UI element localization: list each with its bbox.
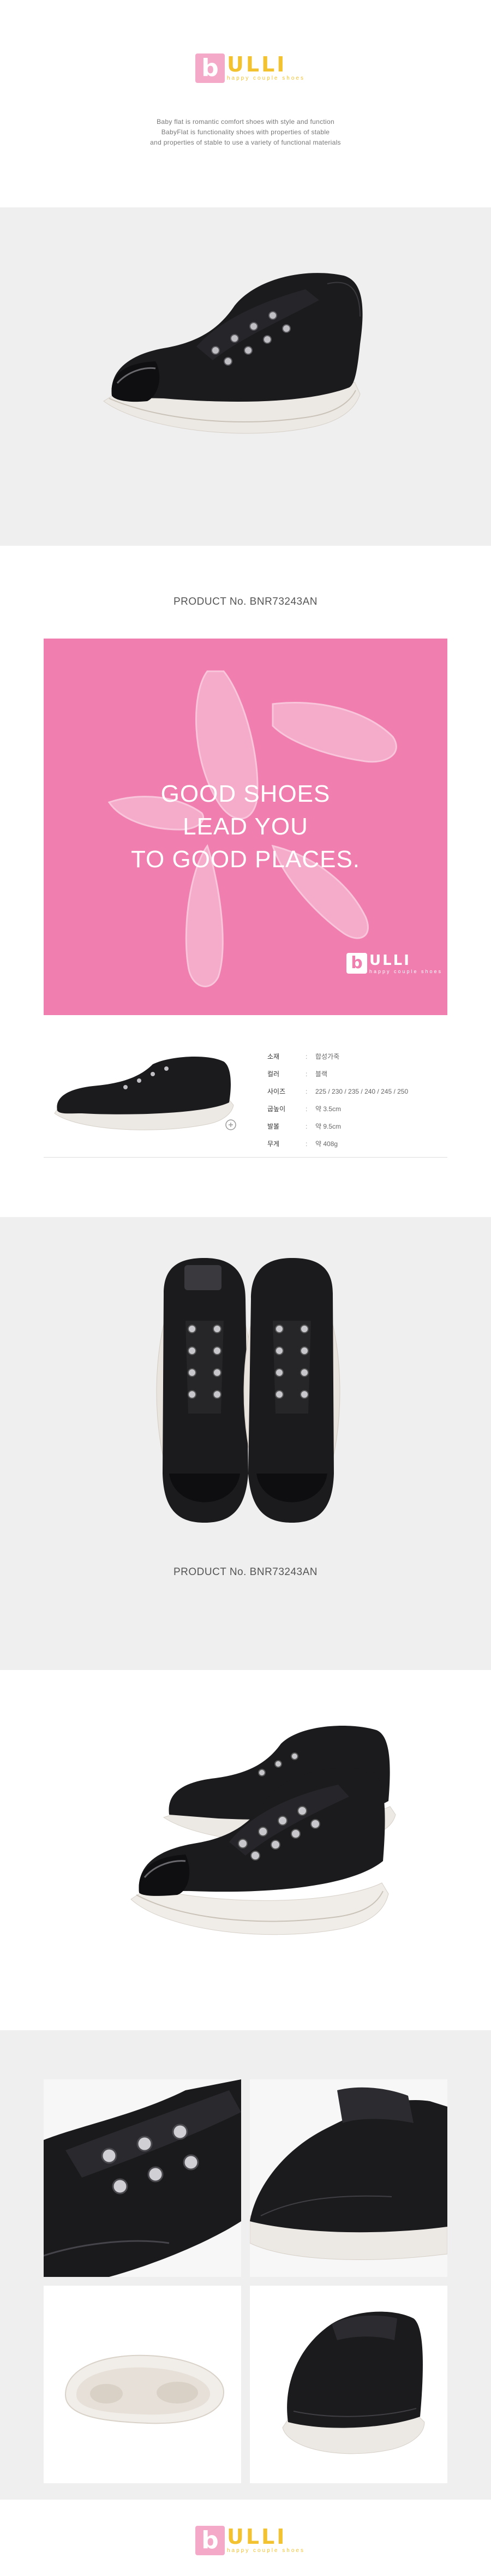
spec-row-width: 발볼 : 약 9.5cm bbox=[267, 1118, 447, 1135]
pair-side-view-image bbox=[130, 1726, 396, 1935]
spec-table: 소재 : 합성가죽 컬러 : 블랙 사이즈 : 225 / 230 / 235 … bbox=[267, 1048, 447, 1153]
logo-letter: b bbox=[195, 53, 225, 83]
intro-line-1: Baby flat is romantic comfort shoes with… bbox=[157, 118, 334, 126]
spec-label: 사이즈 bbox=[267, 1088, 286, 1095]
side-closeup-image bbox=[250, 2079, 447, 2277]
banner-line-3: TO GOOD PLACES. bbox=[130, 846, 361, 873]
spec-value: 합성가죽 bbox=[315, 1053, 340, 1060]
spec-label: 발볼 bbox=[267, 1123, 280, 1130]
banner-logo-letter: b bbox=[346, 953, 367, 974]
brand-logo: b ULLI happy couple shoes bbox=[195, 53, 305, 83]
spec-row-color: 컬러 : 블랙 bbox=[267, 1065, 447, 1083]
intro-line-3: and properties of stable to use a variet… bbox=[150, 139, 341, 146]
banner-line-1: GOOD SHOES bbox=[160, 780, 331, 807]
footer-logo-tagline: happy couple shoes bbox=[227, 2548, 305, 2554]
spec-row-weight: 무게 : 약 408g bbox=[267, 1135, 447, 1153]
detail-heel-view bbox=[250, 2286, 447, 2483]
spec-label: 굽높이 bbox=[267, 1105, 286, 1113]
spec-row-size: 사이즈 : 225 / 230 / 235 / 240 / 245 / 250 bbox=[267, 1083, 447, 1100]
toe-closeup-image bbox=[44, 2079, 241, 2277]
banner-line-2: LEAD YOU bbox=[183, 813, 308, 840]
footer-logo-text: ULLI bbox=[227, 2525, 287, 2549]
heel-view-image bbox=[250, 2286, 447, 2483]
top-view-shoes-image bbox=[156, 1258, 340, 1523]
sole-view-image bbox=[44, 2286, 241, 2483]
hero-photo-section bbox=[0, 207, 491, 546]
slogan-banner: GOOD SHOES LEAD YOU TO GOOD PLACES. b UL… bbox=[44, 639, 447, 1015]
divider bbox=[44, 1157, 447, 1158]
product-number-2: PRODUCT No. BNR73243AN bbox=[173, 1566, 318, 1578]
detail-sole-view bbox=[44, 2286, 241, 2483]
spec-value: 약 3.5cm bbox=[315, 1105, 342, 1113]
banner-logo-text: ULLI bbox=[369, 952, 411, 969]
logo-text: ULLI bbox=[227, 52, 287, 76]
intro-line-2: BabyFlat is functionality shoes with pro… bbox=[161, 128, 330, 136]
hero-shoe-image bbox=[103, 273, 363, 434]
product-number-1: PRODUCT No. BNR73243AN bbox=[173, 596, 318, 607]
banner-logo-tagline: happy couple shoes bbox=[369, 969, 443, 974]
spec-value: 약 408g bbox=[315, 1140, 338, 1148]
spec-value: 약 9.5cm bbox=[315, 1123, 342, 1130]
spec-value: 블랙 bbox=[315, 1070, 328, 1078]
logo-tagline: happy couple shoes bbox=[227, 75, 305, 81]
spec-row-heel-height: 굽높이 : 약 3.5cm bbox=[267, 1100, 447, 1118]
intro-text: Baby flat is romantic comfort shoes with… bbox=[0, 117, 491, 148]
spec-label: 소재 bbox=[267, 1053, 280, 1060]
banner-logo: b ULLI happy couple shoes bbox=[346, 953, 442, 975]
zoom-icon[interactable] bbox=[225, 1119, 237, 1131]
spec-label: 무게 bbox=[267, 1140, 280, 1148]
top-view-section: PRODUCT No. BNR73243AN bbox=[0, 1217, 491, 1670]
spec-row-material: 소재 : 합성가죽 bbox=[267, 1048, 447, 1065]
banner-slogan: GOOD SHOES LEAD YOU TO GOOD PLACES. bbox=[44, 778, 447, 876]
detail-grid-section bbox=[0, 2030, 491, 2500]
spec-label: 컬러 bbox=[267, 1070, 280, 1078]
footer-logo: b ULLI happy couple shoes bbox=[195, 2526, 305, 2555]
footer-logo-letter: b bbox=[195, 2526, 225, 2555]
detail-toe-closeup bbox=[44, 2079, 241, 2277]
detail-side-closeup bbox=[250, 2079, 447, 2277]
spec-shoe-thumbnail bbox=[54, 1056, 234, 1130]
spec-value: 225 / 230 / 235 / 240 / 245 / 250 bbox=[315, 1088, 409, 1095]
